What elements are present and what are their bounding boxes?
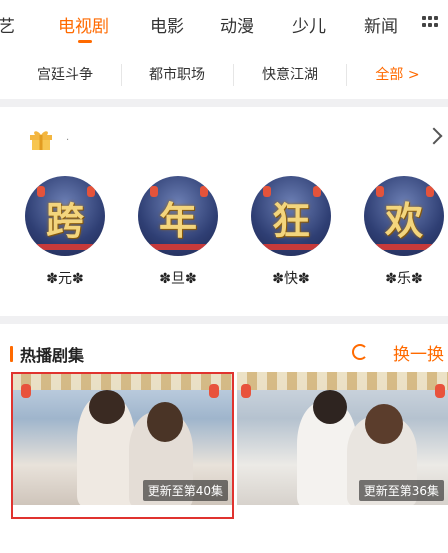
series-poster-2[interactable]: 更新至第36集 bbox=[237, 372, 448, 505]
circle-glyph: 年 bbox=[158, 198, 197, 243]
tab-kids[interactable]: 少儿 bbox=[292, 12, 326, 37]
circle-label[interactable]: ✽快✽ bbox=[251, 268, 331, 288]
circle-glyph: 跨 bbox=[45, 198, 84, 243]
tab-anime[interactable]: 动漫 bbox=[220, 12, 254, 37]
tab-movies[interactable]: 电影 bbox=[150, 12, 184, 37]
ribbon-decoration bbox=[35, 244, 95, 250]
festival-circle-2[interactable]: 年 bbox=[138, 176, 218, 256]
lantern-decoration bbox=[241, 384, 251, 398]
circle-label[interactable]: ✽旦✽ bbox=[138, 268, 218, 288]
circle-label[interactable]: ✽元✽ bbox=[25, 268, 105, 288]
grid-menu-icon[interactable] bbox=[422, 14, 440, 30]
actor-head bbox=[365, 404, 403, 444]
episode-badge: 更新至第40集 bbox=[142, 480, 228, 501]
actor-head bbox=[89, 390, 125, 424]
gift-icon bbox=[30, 131, 52, 150]
chevron-right-icon[interactable] bbox=[425, 127, 443, 145]
bunting-decoration bbox=[237, 372, 448, 390]
lantern-decoration bbox=[21, 384, 31, 398]
bunting-decoration bbox=[11, 372, 232, 390]
festival-circle-3[interactable]: 狂 bbox=[251, 176, 331, 256]
ribbon-decoration bbox=[261, 244, 321, 250]
subcategory-row: 宫廷斗争 都市职场 快意江湖 全部 > bbox=[0, 52, 448, 98]
gift-row-text: . bbox=[66, 132, 70, 143]
circle-glyph: 狂 bbox=[271, 198, 310, 243]
active-tab-indicator bbox=[78, 40, 92, 43]
festival-circle-1[interactable]: 跨 bbox=[25, 176, 105, 256]
subcategory-workplace[interactable]: 都市职场 bbox=[122, 52, 232, 98]
episode-badge: 更新至第36集 bbox=[358, 480, 444, 501]
tab-news[interactable]: 新闻 bbox=[364, 12, 398, 37]
refresh-button[interactable]: 换一换 bbox=[393, 340, 444, 365]
series-poster-1[interactable]: 更新至第40集 bbox=[11, 372, 232, 505]
circle-label[interactable]: ✽乐✽ bbox=[364, 268, 444, 288]
top-nav: 艺 电视剧 电影 动漫 少儿 新闻 bbox=[0, 0, 448, 48]
lantern-decoration bbox=[209, 384, 219, 398]
section-divider bbox=[0, 316, 448, 324]
ribbon-decoration bbox=[374, 244, 434, 250]
actor-head bbox=[313, 390, 347, 424]
section-divider bbox=[0, 99, 448, 107]
subcategory-palace[interactable]: 宫廷斗争 bbox=[10, 52, 120, 98]
subcategory-all-link[interactable]: 全部 > bbox=[347, 52, 448, 98]
ribbon-decoration bbox=[148, 244, 208, 250]
section-title: 热播剧集 bbox=[20, 346, 85, 365]
section-accent-bar bbox=[10, 346, 13, 362]
circle-glyph: 欢 bbox=[384, 198, 423, 243]
subcategory-wuxia[interactable]: 快意江湖 bbox=[234, 52, 346, 98]
refresh-icon[interactable] bbox=[352, 344, 368, 360]
actor-head bbox=[147, 402, 183, 442]
lantern-decoration bbox=[435, 384, 445, 398]
tab-tv-series[interactable]: 电视剧 bbox=[58, 12, 109, 37]
gift-banner-row[interactable]: . bbox=[0, 118, 448, 164]
hot-series-header: 热播剧集 换一换 bbox=[0, 338, 448, 368]
festival-circle-4[interactable]: 欢 bbox=[364, 176, 444, 256]
tab-variety[interactable]: 艺 bbox=[0, 12, 15, 37]
